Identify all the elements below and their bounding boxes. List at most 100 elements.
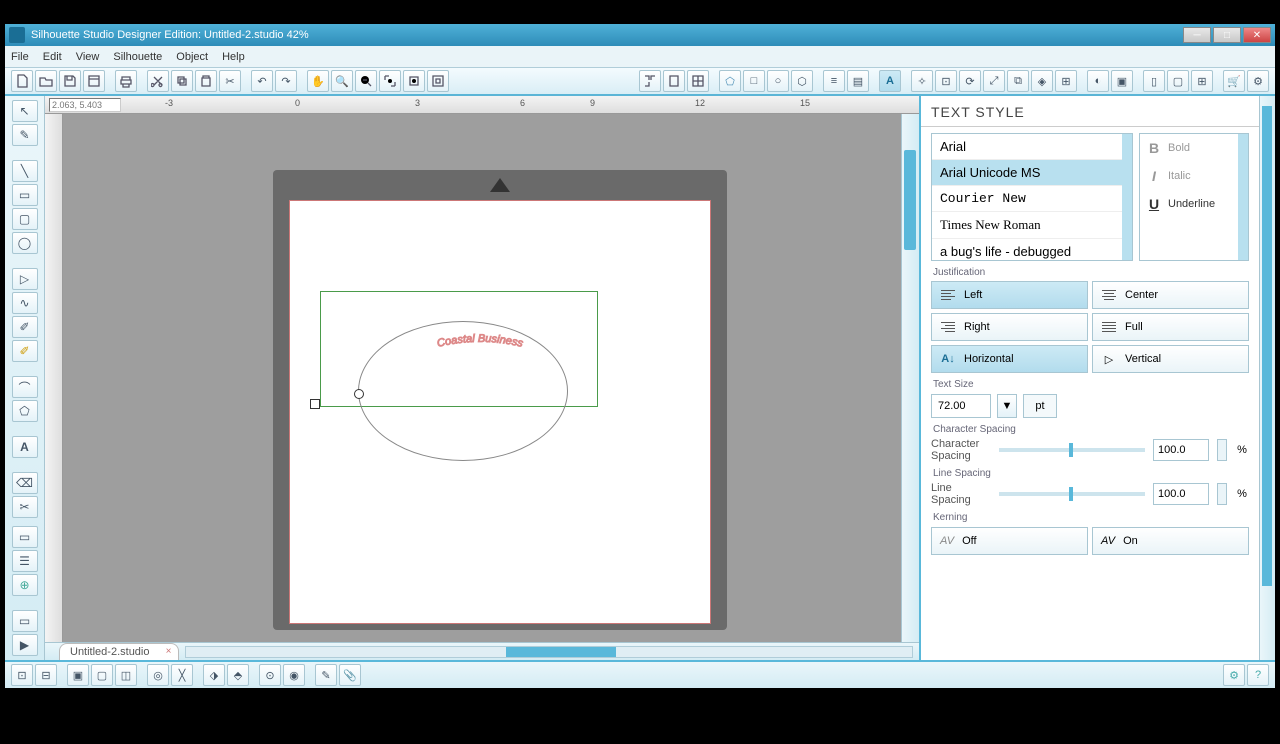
polygon-tool-icon[interactable]: ▷ bbox=[12, 268, 38, 290]
curve-tool-icon[interactable]: ∿ bbox=[12, 292, 38, 314]
release-compound-icon[interactable]: ╳ bbox=[171, 664, 193, 686]
fill-icon[interactable]: ▤ bbox=[847, 70, 869, 92]
underline-toggle[interactable]: UUnderline bbox=[1140, 190, 1248, 218]
library-icon[interactable]: ▣ bbox=[1111, 70, 1133, 92]
justify-left-button[interactable]: Left bbox=[931, 281, 1088, 309]
detach-icon[interactable]: ⬘ bbox=[227, 664, 249, 686]
charspacing-spinner[interactable] bbox=[1217, 439, 1227, 461]
rectangle-tool-icon[interactable]: ▭ bbox=[12, 184, 38, 206]
grid-icon[interactable] bbox=[687, 70, 709, 92]
send-icon[interactable]: ▯ bbox=[1143, 70, 1165, 92]
edit-points-icon[interactable]: ✎ bbox=[12, 124, 38, 146]
arc-tool-icon[interactable]: ⌒ bbox=[12, 376, 38, 398]
zoom-drag-icon[interactable] bbox=[403, 70, 425, 92]
replicate-icon[interactable]: ⧉ bbox=[1007, 70, 1029, 92]
italic-toggle[interactable]: IItalic bbox=[1140, 162, 1248, 190]
nesting-icon[interactable]: ⊞ bbox=[1055, 70, 1077, 92]
forward-icon[interactable]: ◫ bbox=[115, 664, 137, 686]
font-option[interactable]: Courier New bbox=[932, 186, 1132, 212]
trace-icon[interactable]: ◐ bbox=[1087, 70, 1109, 92]
font-option[interactable]: a bug's life - debugged bbox=[932, 239, 1132, 261]
rotate-icon[interactable]: ⟳ bbox=[959, 70, 981, 92]
text-tool-icon[interactable]: A bbox=[12, 436, 38, 458]
font-list-scrollbar[interactable] bbox=[1122, 134, 1132, 260]
undo-icon[interactable]: ↶ bbox=[251, 70, 273, 92]
maximize-button[interactable]: □ bbox=[1213, 27, 1241, 43]
justify-right-button[interactable]: Right bbox=[931, 313, 1088, 341]
path-control-point[interactable] bbox=[354, 389, 364, 399]
settings-gear-icon[interactable]: ⚙ bbox=[1223, 664, 1245, 686]
attach-icon[interactable]: 📎 bbox=[339, 664, 361, 686]
scale-icon[interactable]: ⤢ bbox=[983, 70, 1005, 92]
design-page[interactable]: Coastal Business bbox=[289, 200, 711, 624]
orient-horizontal-button[interactable]: A↓Horizontal bbox=[931, 345, 1088, 373]
charspacing-slider[interactable] bbox=[999, 448, 1145, 452]
close-tab-icon[interactable]: × bbox=[166, 646, 172, 657]
font-option[interactable]: Arial Unicode MS bbox=[932, 160, 1132, 186]
save-icon[interactable] bbox=[59, 70, 81, 92]
charspacing-value[interactable]: 100.0 bbox=[1153, 439, 1209, 461]
design-view-icon[interactable]: ▭ bbox=[12, 526, 38, 548]
justify-full-button[interactable]: Full bbox=[1092, 313, 1249, 341]
textsize-dropdown[interactable]: ▼ bbox=[997, 394, 1017, 418]
ungroup-icon[interactable]: ⊟ bbox=[35, 664, 57, 686]
linespacing-spinner[interactable] bbox=[1217, 483, 1227, 505]
panel-scrollbar[interactable] bbox=[1259, 96, 1275, 660]
copy-icon[interactable] bbox=[171, 70, 193, 92]
minimize-button[interactable]: ─ bbox=[1183, 27, 1211, 43]
style-list-scrollbar[interactable] bbox=[1238, 134, 1248, 260]
library-view-icon[interactable]: ☰ bbox=[12, 550, 38, 572]
line-style-icon[interactable]: ≡ bbox=[823, 70, 845, 92]
weld-icon[interactable]: ⬗ bbox=[203, 664, 225, 686]
freehand-tool-icon[interactable]: ✐ bbox=[12, 316, 38, 338]
registration-icon[interactable] bbox=[639, 70, 661, 92]
menu-file[interactable]: File bbox=[11, 51, 29, 63]
offset2-icon[interactable]: ◉ bbox=[283, 664, 305, 686]
mat-icon[interactable]: ⊞ bbox=[1191, 70, 1213, 92]
align-icon[interactable]: ⊡ bbox=[935, 70, 957, 92]
pan-icon[interactable]: ✋ bbox=[307, 70, 329, 92]
path-start-handle[interactable] bbox=[310, 399, 320, 409]
bold-toggle[interactable]: BBold bbox=[1140, 134, 1248, 162]
zoom-selection-icon[interactable] bbox=[379, 70, 401, 92]
print-icon[interactable] bbox=[115, 70, 137, 92]
vertical-scrollbar[interactable] bbox=[901, 114, 919, 642]
kerning-off-button[interactable]: AVOff bbox=[931, 527, 1088, 555]
play-icon[interactable]: ▶ bbox=[12, 634, 38, 656]
store-icon[interactable]: 🛒 bbox=[1223, 70, 1245, 92]
cut-icon[interactable] bbox=[147, 70, 169, 92]
help-icon[interactable]: ? bbox=[1247, 664, 1269, 686]
menu-object[interactable]: Object bbox=[176, 51, 208, 63]
redo-icon[interactable]: ↷ bbox=[275, 70, 297, 92]
knife-tool-icon[interactable]: ✂ bbox=[12, 496, 38, 518]
page-setup-icon[interactable] bbox=[663, 70, 685, 92]
center-icon[interactable]: ⊙ bbox=[259, 664, 281, 686]
paste-icon[interactable] bbox=[195, 70, 217, 92]
font-option[interactable]: Arial bbox=[932, 134, 1132, 160]
shape-circle-icon[interactable]: ○ bbox=[767, 70, 789, 92]
bring-front-icon[interactable]: ▣ bbox=[67, 664, 89, 686]
select-tool-icon[interactable]: ↖ bbox=[12, 100, 38, 122]
offset-icon[interactable]: ✧ bbox=[911, 70, 933, 92]
design-viewport[interactable]: Coastal Business bbox=[63, 114, 901, 642]
smooth-freehand-icon[interactable]: ✐ bbox=[12, 340, 38, 362]
zoom-in-icon[interactable]: 🔍 bbox=[331, 70, 353, 92]
modify-icon[interactable]: ◈ bbox=[1031, 70, 1053, 92]
menu-view[interactable]: View bbox=[76, 51, 100, 63]
zoom-out-icon[interactable] bbox=[355, 70, 377, 92]
menu-help[interactable]: Help bbox=[222, 51, 245, 63]
compound-icon[interactable]: ◎ bbox=[147, 664, 169, 686]
close-button[interactable]: ✕ bbox=[1243, 27, 1271, 43]
cut-settings-icon[interactable]: ▢ bbox=[1167, 70, 1189, 92]
text-style-icon[interactable]: A bbox=[879, 70, 901, 92]
new-file-icon[interactable] bbox=[11, 70, 33, 92]
menu-edit[interactable]: Edit bbox=[43, 51, 62, 63]
ellipse-shape[interactable] bbox=[358, 321, 568, 461]
preferences-icon[interactable]: ⚙ bbox=[1247, 70, 1269, 92]
open-file-icon[interactable] bbox=[35, 70, 57, 92]
save-library-icon[interactable] bbox=[83, 70, 105, 92]
shape-hexagon-icon[interactable]: ⬡ bbox=[791, 70, 813, 92]
regular-polygon-icon[interactable]: ⬠ bbox=[12, 400, 38, 422]
ellipse-tool-icon[interactable]: ◯ bbox=[12, 232, 38, 254]
rounded-rect-tool-icon[interactable]: ▢ bbox=[12, 208, 38, 230]
